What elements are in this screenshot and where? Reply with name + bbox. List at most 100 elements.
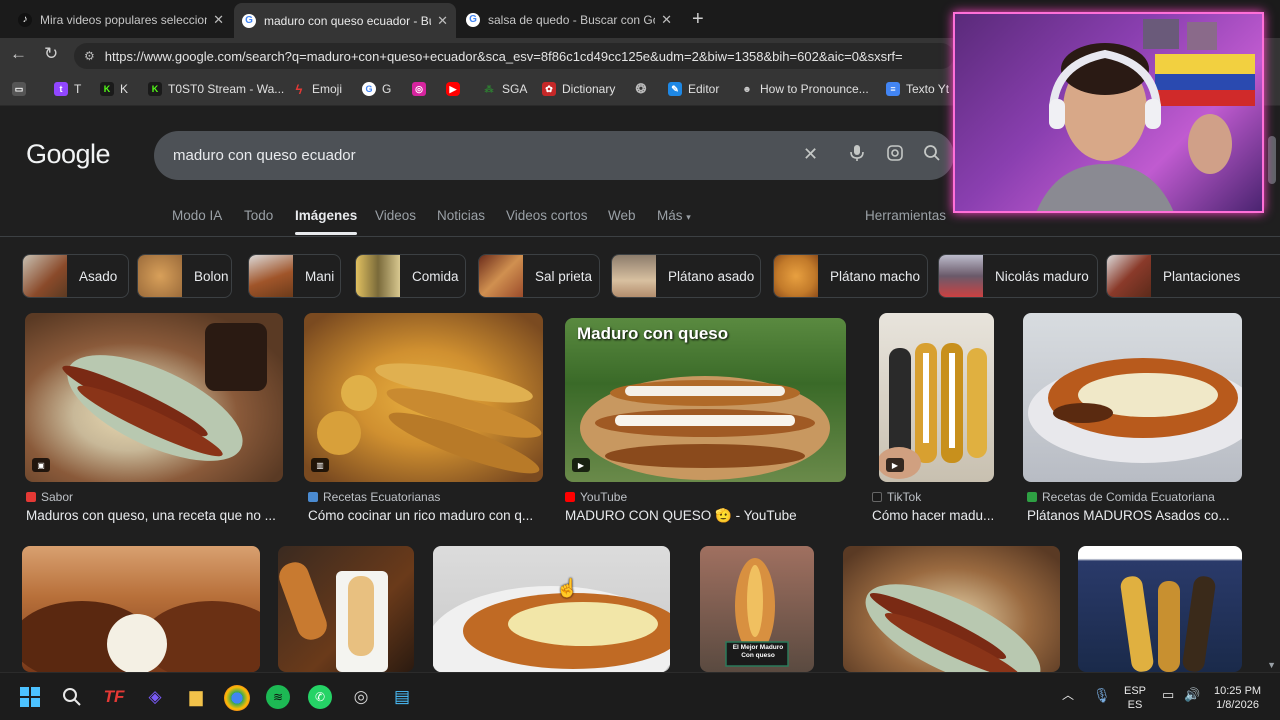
volume-icon[interactable]: 🔊 xyxy=(1184,688,1200,702)
sga-icon: ⁂ xyxy=(484,83,494,94)
tf-app-icon[interactable]: TF xyxy=(102,685,126,709)
chip-bolon[interactable]: Bolon xyxy=(137,254,232,298)
chip-label: Nicolás maduro xyxy=(995,268,1089,284)
language-indicator[interactable]: ESP ES xyxy=(1124,684,1146,712)
bookmark-label: T xyxy=(74,82,82,96)
result-caption[interactable]: Cómo cocinar un rico maduro con q... xyxy=(308,508,544,523)
bookmark-item[interactable]: ✿ Dictionary xyxy=(542,82,615,96)
bookmark-item[interactable]: ⁂ SGA xyxy=(482,82,528,96)
clear-icon[interactable]: ✕ xyxy=(803,144,818,165)
search-input[interactable]: maduro con queso ecuador xyxy=(173,147,356,164)
image-result[interactable] xyxy=(1078,546,1242,672)
app-diamond-icon[interactable]: ◈ xyxy=(143,685,167,709)
bookmark-item[interactable]: ◎ xyxy=(412,82,432,96)
tab-todo[interactable]: Todo xyxy=(244,208,273,223)
shorts-icon: ▥ xyxy=(311,458,329,472)
result-source[interactable]: Recetas Ecuatorianas xyxy=(308,490,440,504)
lens-icon[interactable] xyxy=(886,144,904,167)
clock[interactable]: 10:25 PM 1/8/2026 xyxy=(1214,684,1261,712)
scrollbar-thumb[interactable] xyxy=(1268,136,1276,184)
chrome-icon[interactable] xyxy=(224,685,250,711)
play-icon: ▶ xyxy=(572,458,590,472)
whatsapp-icon[interactable]: ✆ xyxy=(308,685,332,709)
chip-plantaciones[interactable]: Plantaciones xyxy=(1106,254,1280,298)
image-result[interactable]: Maduro con queso ▶ xyxy=(565,318,846,482)
image-result[interactable]: ▣ xyxy=(25,313,283,482)
microphone-icon[interactable]: 🎙 xyxy=(1093,688,1111,702)
tab-imagenes[interactable]: Imágenes xyxy=(295,208,358,235)
result-caption[interactable]: MADURO CON QUESO 🫡 - YouTube xyxy=(565,508,850,524)
image-result[interactable] xyxy=(22,546,260,672)
obs-icon[interactable]: ◎ xyxy=(349,685,373,709)
bookmark-item[interactable]: ▶ xyxy=(446,82,466,96)
search-icon[interactable] xyxy=(60,685,84,709)
bookmark-item[interactable]: ❂ xyxy=(634,81,654,96)
result-source[interactable]: TikTok xyxy=(872,490,921,504)
chevron-up-icon[interactable]: ︿ xyxy=(1062,688,1074,702)
bookmark-item[interactable]: K T0ST0 Stream - Wa... xyxy=(148,82,284,96)
image-result[interactable] xyxy=(433,546,670,672)
chip-nicolas-maduro[interactable]: Nicolás maduro xyxy=(938,254,1098,298)
tab-mas[interactable]: Más ▾ xyxy=(657,208,691,223)
result-source[interactable]: Sabor xyxy=(26,490,73,504)
image-result[interactable]: ▶ xyxy=(879,313,994,482)
image-result[interactable] xyxy=(278,546,414,672)
tab-modo-ia[interactable]: Modo IA xyxy=(172,208,222,223)
windows-taskbar: TF ◈ ▆ ≋ ✆ ◎ ▤ ︿ 🎙 ESP ES ▭ 🔊 10:25 PM 1… xyxy=(0,672,1280,720)
tools-button[interactable]: Herramientas xyxy=(865,208,946,223)
spotify-icon[interactable]: ≋ xyxy=(266,685,290,709)
search-icon[interactable] xyxy=(923,144,941,167)
image-result[interactable]: ▥ xyxy=(304,313,543,482)
chip-sal-prieta[interactable]: Sal prieta xyxy=(478,254,600,298)
close-icon[interactable]: ✕ xyxy=(437,13,448,29)
network-icon[interactable]: ▭ xyxy=(1162,688,1174,702)
windows-start-icon[interactable] xyxy=(18,685,42,709)
result-caption[interactable]: Maduros con queso, una receta que no ... xyxy=(26,508,284,523)
result-caption[interactable]: Plátanos MADUROS Asados co... xyxy=(1027,508,1242,523)
tab-noticias[interactable]: Noticias xyxy=(437,208,485,223)
bookmarks-menu-icon[interactable]: ▭ xyxy=(12,82,32,96)
tab-tiktok[interactable]: ♪ Mira videos populares seleccionad ✕ xyxy=(10,5,232,34)
result-caption[interactable]: Cómo hacer madu... xyxy=(872,508,1002,523)
address-bar[interactable]: ⚙ https://www.google.com/search?q=maduro… xyxy=(74,43,954,69)
result-source[interactable]: YouTube xyxy=(565,490,627,504)
chip-thumbnail xyxy=(356,255,400,297)
bookmark-item[interactable]: KK xyxy=(100,82,128,96)
google-logo[interactable]: Google xyxy=(26,139,111,170)
back-icon[interactable]: ← xyxy=(10,44,27,64)
microphone-icon[interactable] xyxy=(849,144,865,167)
site-info-icon[interactable]: ⚙ xyxy=(84,49,95,63)
tab-videos-cortos[interactable]: Videos cortos xyxy=(506,208,588,223)
bookmark-item[interactable]: tT xyxy=(54,82,81,96)
tab-google-maduro[interactable]: G maduro con queso ecuador - Busc ✕ xyxy=(234,3,456,38)
search-box[interactable]: maduro con queso ecuador ✕ xyxy=(154,131,954,180)
close-icon[interactable]: ✕ xyxy=(661,12,672,28)
new-tab-button[interactable]: + xyxy=(692,8,704,31)
bookmark-item[interactable]: ✎ Editor xyxy=(668,82,719,96)
image-result[interactable]: El Mejor Maduro Con queso xyxy=(700,546,814,672)
chip-asado[interactable]: Asado xyxy=(22,254,129,298)
bookmark-item[interactable]: ☻ How to Pronounce... xyxy=(740,82,868,96)
tab-web[interactable]: Web xyxy=(608,208,636,223)
reload-icon[interactable]: ↻ xyxy=(44,44,58,64)
bookmark-label: Editor xyxy=(688,82,720,96)
chip-mani[interactable]: Mani xyxy=(248,254,341,298)
scroll-down-arrow-icon[interactable]: ▼ xyxy=(1267,660,1276,670)
bookmark-item[interactable]: GG xyxy=(362,82,391,96)
chip-comida[interactable]: Comida xyxy=(355,254,466,298)
chip-platano-asado[interactable]: Plátano asado xyxy=(611,254,761,298)
file-explorer-icon[interactable]: ▆ xyxy=(184,685,208,709)
image-result[interactable] xyxy=(1023,313,1242,482)
bookmark-item[interactable]: ϟ Emoji xyxy=(292,82,342,97)
chevron-down-icon: ▾ xyxy=(686,212,691,222)
image-result[interactable] xyxy=(843,546,1060,672)
source-label: Recetas de Comida Ecuatoriana xyxy=(1042,490,1215,504)
chip-platano-macho[interactable]: Plátano macho xyxy=(773,254,928,298)
bookmark-item[interactable]: ≡ Texto Yt xyxy=(886,82,949,96)
tab-videos[interactable]: Videos xyxy=(375,208,416,223)
result-source[interactable]: Recetas de Comida Ecuatoriana xyxy=(1027,490,1215,504)
close-icon[interactable]: ✕ xyxy=(213,12,224,28)
notepad-icon[interactable]: ▤ xyxy=(390,685,414,709)
tab-google-salsa[interactable]: G salsa de quedo - Buscar con Goog ✕ xyxy=(458,5,680,34)
chip-label: Sal prieta xyxy=(535,268,593,284)
